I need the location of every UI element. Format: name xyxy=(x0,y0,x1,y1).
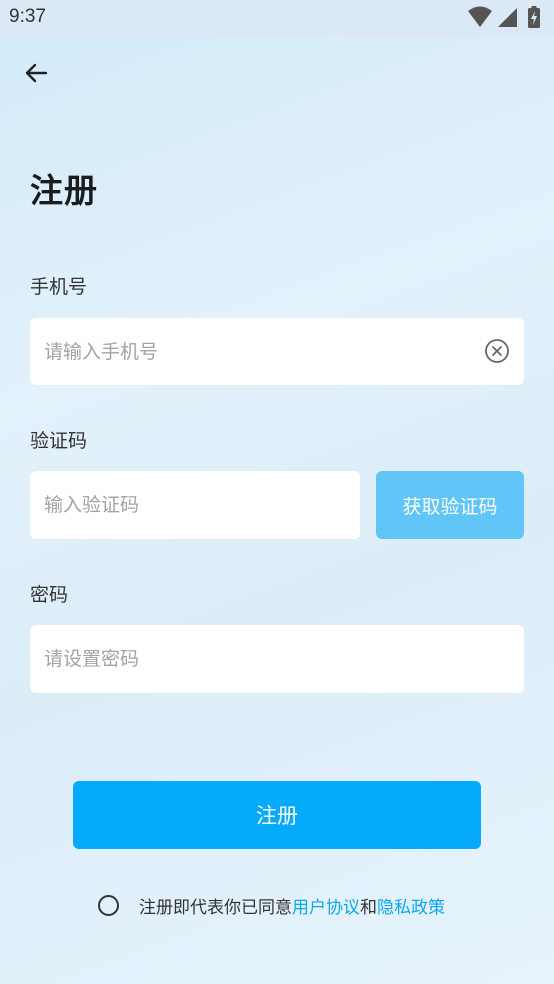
phone-input-container xyxy=(30,318,524,385)
password-input-container xyxy=(30,625,524,693)
agreement-prefix: 注册即代表你已同意 xyxy=(139,897,292,918)
phone-input[interactable] xyxy=(44,340,510,363)
clear-phone-button[interactable] xyxy=(484,338,510,364)
status-bar: 9:37 xyxy=(0,0,554,37)
agreement-and: 和 xyxy=(360,897,377,918)
battery-charging-icon xyxy=(528,6,540,28)
password-label: 密码 xyxy=(30,584,69,606)
code-label: 验证码 xyxy=(30,430,88,452)
privacy-policy-link[interactable]: 隐私政策 xyxy=(377,893,445,918)
status-time: 9:37 xyxy=(9,6,46,27)
phone-label: 手机号 xyxy=(30,276,88,298)
back-button[interactable] xyxy=(20,57,56,89)
page-title: 注册 xyxy=(30,171,98,210)
get-code-button[interactable]: 获取验证码 xyxy=(376,471,524,539)
arrow-left-icon xyxy=(25,63,48,83)
agreement-checkbox[interactable] xyxy=(98,894,119,916)
register-button[interactable]: 注册 xyxy=(73,781,481,849)
code-input[interactable] xyxy=(44,494,346,516)
wifi-icon xyxy=(468,6,492,27)
password-input[interactable] xyxy=(44,648,510,670)
user-agreement-link[interactable]: 用户协议 xyxy=(292,893,360,918)
code-input-container xyxy=(30,471,360,539)
clear-circle-icon xyxy=(485,339,509,363)
signal-icon xyxy=(498,8,517,27)
agreement-row: 注册即代表你已同意 用户协议 和 隐私政策 xyxy=(98,892,445,918)
